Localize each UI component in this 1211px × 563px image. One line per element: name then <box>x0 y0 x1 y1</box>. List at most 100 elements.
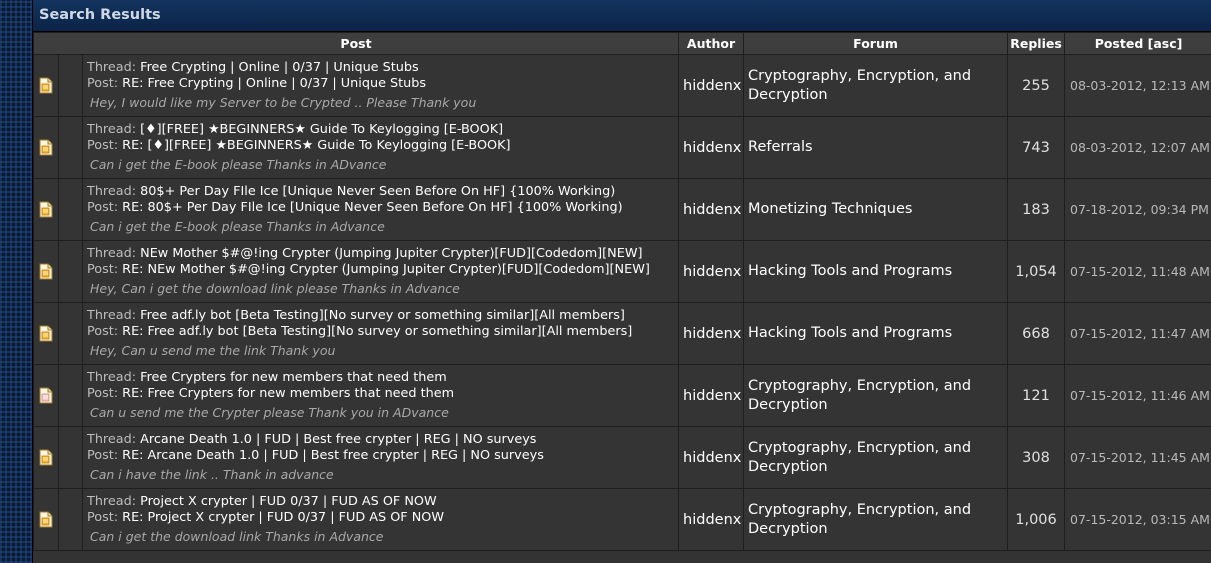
thread-prefix: Thread: <box>87 122 137 137</box>
post-excerpt: Can i get the E-book please Thanks in AD… <box>90 157 387 172</box>
post-prefix: Post: <box>87 76 119 91</box>
forum-link[interactable]: Hacking Tools and Programs <box>748 263 952 279</box>
posted-date: 07-15-2012, 11:46 AM <box>1064 364 1211 427</box>
table-row: Thread: Arcane Death 1.0 | FUD | Best fr… <box>33 426 1211 489</box>
author-link[interactable]: hiddenx <box>683 78 741 94</box>
thread-status-cell <box>33 364 59 427</box>
author-link[interactable]: hiddenx <box>683 202 741 218</box>
column-header-forum[interactable]: Forum <box>743 32 1009 55</box>
forum-line1: Cryptography, Encryption, and <box>748 439 972 456</box>
posted-date: 08-03-2012, 12:13 AM <box>1064 54 1211 117</box>
forum-line1: Referrals <box>748 139 813 155</box>
forum-link[interactable]: Cryptography, Encryption, and Decryption <box>748 378 971 413</box>
author-link[interactable]: hiddenx <box>683 512 741 528</box>
forum-cell: Monetizing Techniques <box>743 178 1009 241</box>
thread-link[interactable]: Arcane Death 1.0 | FUD | Best free crypt… <box>140 432 536 447</box>
table-row: Thread: Free Crypters for new members th… <box>33 364 1211 427</box>
author-cell: hiddenx <box>678 364 745 427</box>
replies-count[interactable]: 308 <box>1007 426 1066 489</box>
forum-line2: Decryption <box>748 86 828 103</box>
thread-line: Thread: NEw Mother $#@!ing Crypter (Jump… <box>87 246 678 262</box>
replies-count[interactable]: 183 <box>1007 178 1066 241</box>
post-link[interactable]: RE: [♦][FREE] ★BEGINNERS★ Guide To Keylo… <box>122 138 510 153</box>
post-prefix: Post: <box>87 324 119 339</box>
replies-count[interactable]: 1,006 <box>1007 488 1066 551</box>
thread-status-cell <box>33 302 59 365</box>
post-link[interactable]: RE: Arcane Death 1.0 | FUD | Best free c… <box>122 448 544 463</box>
author-link[interactable]: hiddenx <box>683 450 741 466</box>
author-link[interactable]: hiddenx <box>683 388 741 404</box>
forum-link[interactable]: Cryptography, Encryption, and Decryption <box>748 68 971 103</box>
post-excerpt: Can u send me the Crypter please Thank y… <box>90 405 449 420</box>
hot-thread-folder-icon <box>39 139 53 156</box>
thread-folder-icon <box>39 387 53 404</box>
author-link[interactable]: hiddenx <box>683 264 741 280</box>
post-line: Post: RE: Project X crypter | FUD 0/37 |… <box>87 510 678 526</box>
post-link[interactable]: RE: NEw Mother $#@!ing Crypter (Jumping … <box>122 262 650 277</box>
post-link[interactable]: RE: 80$+ Per Day FIle Ice [Unique Never … <box>122 200 622 215</box>
replies-count[interactable]: 668 <box>1007 302 1066 365</box>
hot-thread-folder-icon <box>39 449 53 466</box>
post-line: Post: RE: Arcane Death 1.0 | FUD | Best … <box>87 448 678 464</box>
post-icon-cell <box>58 488 83 551</box>
hot-thread-folder-icon <box>39 201 53 218</box>
post-line: Post: RE: [♦][FREE] ★BEGINNERS★ Guide To… <box>87 138 678 154</box>
thread-status-cell <box>33 116 59 179</box>
table-row: Thread: [♦][FREE] ★BEGINNERS★ Guide To K… <box>33 116 1211 179</box>
post-icon-cell <box>58 426 83 489</box>
post-link[interactable]: RE: Project X crypter | FUD 0/37 | FUD A… <box>122 510 444 525</box>
thread-link[interactable]: 80$+ Per Day FIle Ice [Unique Never Seen… <box>140 184 615 199</box>
column-header-author[interactable]: Author <box>678 32 745 55</box>
post-excerpt: Hey, I would like my Server to be Crypte… <box>90 95 477 110</box>
posted-date: 08-03-2012, 12:07 AM <box>1064 116 1211 179</box>
post-icon-cell <box>58 116 83 179</box>
column-header-posted[interactable]: Posted [asc] <box>1064 32 1211 55</box>
post-link[interactable]: RE: Free Crypting | Online | 0/37 | Uniq… <box>122 76 426 91</box>
thread-status-cell <box>33 426 59 489</box>
search-results-panel: Search Results Post Author Forum Replies… <box>32 0 1211 563</box>
author-cell: hiddenx <box>678 426 745 489</box>
replies-count[interactable]: 1,054 <box>1007 240 1066 303</box>
post-line: Post: RE: Free Crypting | Online | 0/37 … <box>87 76 678 92</box>
thread-link[interactable]: Free adf.ly bot [Beta Testing][No survey… <box>140 308 625 323</box>
thread-prefix: Thread: <box>87 184 137 199</box>
thread-status-cell <box>33 178 59 241</box>
thread-link[interactable]: NEw Mother $#@!ing Crypter (Jumping Jupi… <box>140 246 642 261</box>
thread-line: Thread: 80$+ Per Day FIle Ice [Unique Ne… <box>87 184 678 200</box>
post-prefix: Post: <box>87 386 119 401</box>
forum-link[interactable]: Hacking Tools and Programs <box>748 325 952 341</box>
post-prefix: Post: <box>87 510 119 525</box>
post-prefix: Post: <box>87 200 119 215</box>
table-row: Thread: Free Crypting | Online | 0/37 | … <box>33 54 1211 117</box>
forum-line2: Decryption <box>748 458 828 475</box>
thread-status-cell <box>33 488 59 551</box>
forum-cell: Hacking Tools and Programs <box>743 240 1009 303</box>
forum-link[interactable]: Referrals <box>748 139 813 155</box>
thread-link[interactable]: Free Crypting | Online | 0/37 | Unique S… <box>140 60 419 75</box>
thread-prefix: Thread: <box>87 494 137 509</box>
post-icon-cell <box>58 364 83 427</box>
replies-count[interactable]: 121 <box>1007 364 1066 427</box>
thread-prefix: Thread: <box>87 370 137 385</box>
post-link[interactable]: RE: Free Crypters for new members that n… <box>122 386 454 401</box>
thread-link[interactable]: [♦][FREE] ★BEGINNERS★ Guide To Keyloggin… <box>140 122 503 137</box>
forum-link[interactable]: Cryptography, Encryption, and Decryption <box>748 440 971 475</box>
forum-link[interactable]: Cryptography, Encryption, and Decryption <box>748 502 971 537</box>
thread-link[interactable]: Free Crypters for new members that need … <box>140 370 447 385</box>
thread-link[interactable]: Project X crypter | FUD 0/37 | FUD AS OF… <box>140 494 437 509</box>
table-row: Thread: Free adf.ly bot [Beta Testing][N… <box>33 302 1211 365</box>
replies-count[interactable]: 743 <box>1007 116 1066 179</box>
replies-count[interactable]: 255 <box>1007 54 1066 117</box>
column-header-replies[interactable]: Replies <box>1007 32 1066 55</box>
post-prefix: Post: <box>87 262 119 277</box>
column-header-post[interactable]: Post <box>33 32 680 55</box>
post-excerpt: Hey, Can u send me the link Thank you <box>90 343 336 358</box>
post-link[interactable]: RE: Free adf.ly bot [Beta Testing][No su… <box>122 324 632 339</box>
author-link[interactable]: hiddenx <box>683 326 741 342</box>
thread-line: Thread: [♦][FREE] ★BEGINNERS★ Guide To K… <box>87 122 678 138</box>
results-table: Post Author Forum Replies Posted [asc] T… <box>33 32 1211 551</box>
author-cell: hiddenx <box>678 54 745 117</box>
forum-cell: Cryptography, Encryption, and Decryption <box>743 426 1009 489</box>
author-link[interactable]: hiddenx <box>683 140 741 156</box>
forum-link[interactable]: Monetizing Techniques <box>748 201 912 217</box>
